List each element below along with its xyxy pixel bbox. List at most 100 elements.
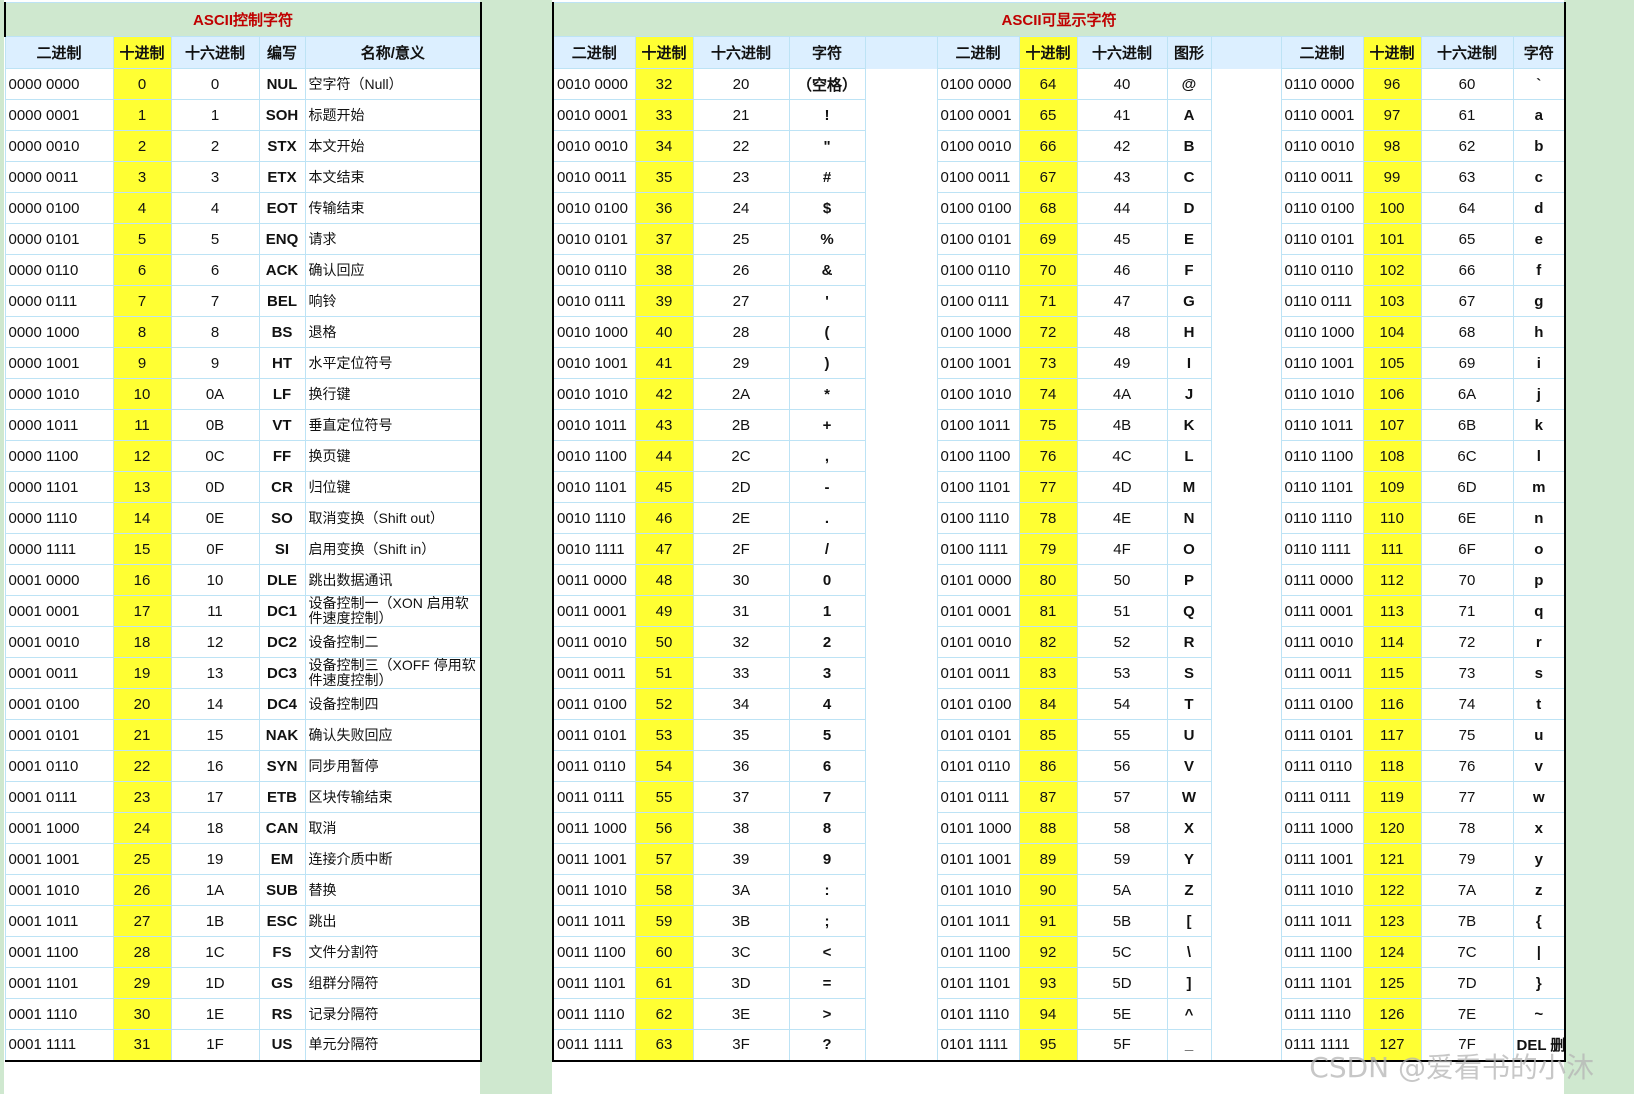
decimal-cell: 3 <box>112 161 172 193</box>
table-row: 0011 0001 49 31 1 0101 0001 81 51 Q 0111 0001 113… <box>552 595 1567 627</box>
hex-cell: 11 <box>170 595 260 627</box>
table-row: 0001 1111 31 1F US 单元分隔符 <box>4 1029 483 1062</box>
binary-cell: 0101 0001 <box>936 595 1020 627</box>
abbreviation-cell: SI <box>258 533 306 565</box>
character-cell: o <box>1512 533 1567 565</box>
binary-cell: 0000 1110 <box>4 502 114 534</box>
hex-cell: 7B <box>1420 905 1514 937</box>
table-row: 0000 1000 8 8 BS 退格 <box>4 316 483 348</box>
spacer-cell <box>865 99 937 131</box>
decimal-cell: 40 <box>634 316 694 348</box>
binary-cell: 0100 0100 <box>936 192 1020 224</box>
abbreviation-cell: ETX <box>258 161 306 193</box>
table-row: 0000 1100 12 0C FF 换页键 <box>4 440 483 472</box>
decimal-cell: 29 <box>112 967 172 999</box>
spacer-cell <box>865 533 937 565</box>
hex-cell: 10 <box>170 564 260 596</box>
spacer-cell <box>1211 657 1281 689</box>
meaning-cell: 连接介质中断 <box>304 843 483 875</box>
character-cell: x <box>1512 812 1567 844</box>
character-cell: / <box>788 533 866 565</box>
binary-cell: 0100 0000 <box>936 68 1020 100</box>
spacer-cell <box>1211 502 1281 534</box>
character-cell: ) <box>788 347 866 379</box>
binary-cell: 0111 0011 <box>1280 657 1364 689</box>
decimal-cell: 14 <box>112 502 172 534</box>
hex-cell: 16 <box>170 750 260 782</box>
control-table-title: ASCII控制字符 <box>3 2 483 37</box>
table-row: 0000 1110 14 0E SO 取消变换（Shift out） <box>4 502 483 534</box>
abbreviation-cell: NUL <box>258 68 306 100</box>
decimal-cell: 95 <box>1018 1029 1078 1062</box>
hex-cell: 15 <box>170 719 260 751</box>
character-cell: * <box>788 378 866 410</box>
hex-cell: 39 <box>692 843 790 875</box>
hex-cell: 4B <box>1076 409 1168 441</box>
hex-cell: 7C <box>1420 936 1514 968</box>
spacer-cell <box>1211 409 1281 441</box>
character-cell: e <box>1512 223 1567 255</box>
table-row: 0011 1001 57 39 9 0101 1001 89 59 Y 0111 1001 121… <box>552 843 1567 875</box>
hex-cell: 4D <box>1076 471 1168 503</box>
binary-cell: 0000 0101 <box>4 223 114 255</box>
character-cell: L <box>1166 440 1212 472</box>
character-cell: 0 <box>788 564 866 596</box>
binary-cell: 0011 0010 <box>552 626 636 658</box>
meaning-cell: 单元分隔符 <box>304 1029 483 1062</box>
hex-cell: 70 <box>1420 564 1514 596</box>
spacer-cell <box>865 936 937 968</box>
binary-cell: 0010 0001 <box>552 99 636 131</box>
spacer-cell <box>1211 905 1281 937</box>
meaning-cell: 确认回应 <box>304 254 483 286</box>
binary-cell: 0100 1011 <box>936 409 1020 441</box>
hex-cell: 74 <box>1420 688 1514 720</box>
character-cell: : <box>788 874 866 906</box>
meaning-cell: 取消变换（Shift out） <box>304 502 483 534</box>
decimal-cell: 39 <box>634 285 694 317</box>
binary-cell: 0100 1110 <box>936 502 1020 534</box>
meaning-cell: 设备控制三（XOFF 停用软件速度控制） <box>304 657 483 689</box>
binary-cell: 0001 1111 <box>4 1029 114 1062</box>
decimal-cell: 5 <box>112 223 172 255</box>
hex-cell: 40 <box>1076 68 1168 100</box>
decimal-cell: 17 <box>112 595 172 627</box>
table-row: 0000 1111 15 0F SI 启用变换（Shift in） <box>4 533 483 565</box>
character-cell: E <box>1166 223 1212 255</box>
decimal-cell: 2 <box>112 130 172 162</box>
binary-cell: 0101 1001 <box>936 843 1020 875</box>
hex-cell: 3A <box>692 874 790 906</box>
character-cell: 2 <box>788 626 866 658</box>
column-header: 二进制 <box>4 36 114 69</box>
spacer-cell <box>1211 68 1281 100</box>
hex-cell: 7 <box>170 285 260 317</box>
hex-cell: 43 <box>1076 161 1168 193</box>
binary-cell: 0001 1100 <box>4 936 114 968</box>
column-header: 名称/意义 <box>304 36 483 69</box>
hex-cell: 3 <box>170 161 260 193</box>
table-row: 0011 1010 58 3A: 0101 1010 90 5A Z 0111 1010 122… <box>552 874 1567 906</box>
hex-cell: 59 <box>1076 843 1168 875</box>
spacer-cell <box>1211 130 1281 162</box>
binary-cell: 0011 1110 <box>552 998 636 1030</box>
character-cell: + <box>788 409 866 441</box>
character-cell: ? <box>788 1029 866 1062</box>
abbreviation-cell: DC2 <box>258 626 306 658</box>
column-header: 字符 <box>1512 36 1567 69</box>
hex-cell: 41 <box>1076 99 1168 131</box>
hex-cell: 2E <box>692 502 790 534</box>
decimal-cell: 117 <box>1362 719 1422 751</box>
decimal-cell: 54 <box>634 750 694 782</box>
hex-cell: 6C <box>1420 440 1514 472</box>
table-row: 0010 0011 35 23 #0100 0011 67 43 C 0110 0011 99 6… <box>552 161 1567 193</box>
binary-cell: 0101 1100 <box>936 936 1020 968</box>
decimal-cell: 67 <box>1018 161 1078 193</box>
hex-cell: 55 <box>1076 719 1168 751</box>
character-cell: Z <box>1166 874 1212 906</box>
decimal-cell: 59 <box>634 905 694 937</box>
column-header: 十进制 <box>634 36 694 69</box>
binary-cell: 0000 1101 <box>4 471 114 503</box>
hex-cell: 26 <box>692 254 790 286</box>
printable-title-row: ASCII可显示字符 <box>551 2 1567 37</box>
decimal-cell: 32 <box>634 68 694 100</box>
hex-cell: 3E <box>692 998 790 1030</box>
